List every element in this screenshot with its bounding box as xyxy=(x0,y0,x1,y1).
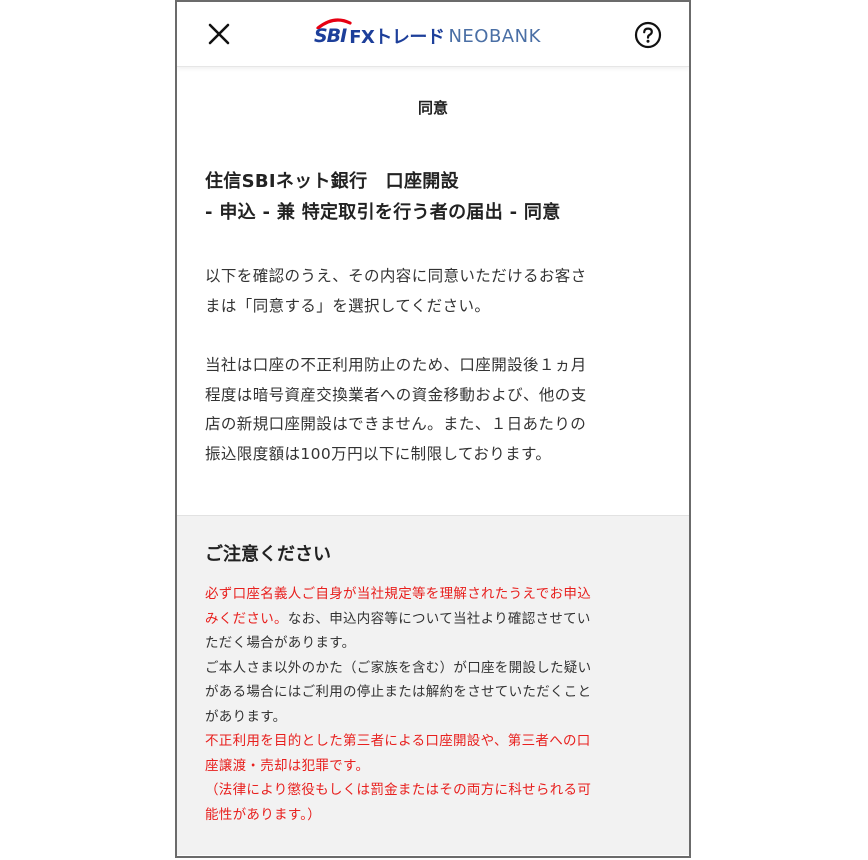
intro-line: 以下を確認のうえ、その内容に同意いただけるお客さ xyxy=(205,267,587,285)
notice-line: 座譲渡・売却は犯罪です。 xyxy=(205,757,370,774)
intro-text: 以下を確認のうえ、その内容に同意いただけるお客さ まは「同意する」を選択してくだ… xyxy=(205,262,661,321)
notice-line: ご本人さま以外のかた（ご家族を含む）が口座を開設した疑い xyxy=(205,659,592,676)
notice-line-black: なお、申込内容等について当社より確認させてい xyxy=(287,610,591,627)
header-bar: SBI FXトレード NEOBANK xyxy=(177,2,689,67)
restriction-text: 当社は口座の不正利用防止のため、口座開設後１ヵ月 程度は暗号資産交換業者への資金… xyxy=(205,351,661,469)
notice-line: がある場合にはご利用の停止または解約をさせていただくこと xyxy=(205,684,592,700)
logo-neobank-text: NEOBANK xyxy=(448,25,541,47)
restriction-line: 振込限度額は100万円以下に制限しております。 xyxy=(205,444,552,463)
notice-body: 必ず口座名義人ご自身が当社規定等を理解されたうえでお申込 みください。なお、申込… xyxy=(205,582,661,827)
page-title: 同意 xyxy=(417,99,448,117)
notice-title: ご注意ください xyxy=(205,544,331,565)
heading-line-1: 住信SBIネット銀行 口座開設 xyxy=(205,171,459,192)
notice-line: 不正利用を目的とした第三者による口座開設や、第三者への口 xyxy=(205,733,591,749)
heading-line-2: - 申込 - 兼 特定取引を行う者の届出 - 同意 xyxy=(205,202,561,223)
help-icon[interactable] xyxy=(633,20,663,50)
agreement-content: 同意 住信SBIネット銀行 口座開設 - 申込 - 兼 特定取引を行う者の届出 … xyxy=(177,97,689,469)
notice-line: 必ず口座名義人ご自身が当社規定等を理解されたうえでお申込 xyxy=(205,586,591,602)
notice-line: 能性があります。） xyxy=(205,806,322,823)
notice-section: ご注意ください 必ず口座名義人ご自身が当社規定等を理解されたうえでお申込 みくだ… xyxy=(177,515,689,855)
restriction-line: 当社は口座の不正利用防止のため、口座開設後１ヵ月 xyxy=(205,356,587,374)
app-screen: SBI FXトレード NEOBANK 同意 住信SBIネット銀行 口座開設 - … xyxy=(175,0,691,858)
logo-sbi-mark: SBI xyxy=(314,18,352,47)
agreement-heading: 住信SBIネット銀行 口座開設 - 申込 - 兼 特定取引を行う者の届出 - 同… xyxy=(205,166,661,228)
restriction-line: 店の新規口座開設はできません。また、１日あたりの xyxy=(205,415,587,433)
notice-line: みください。なお、申込内容等について当社より確認させてい xyxy=(205,607,661,632)
restriction-line: 程度は暗号資産交換業者への資金移動および、他の支 xyxy=(205,385,587,404)
notice-line-red: みください。 xyxy=(205,610,288,627)
notice-line: があります。 xyxy=(205,708,287,725)
logo-arc-icon xyxy=(316,18,352,29)
intro-line: まは「同意する」を選択してください。 xyxy=(205,296,491,315)
notice-line: ただく場合があります。 xyxy=(205,635,356,651)
logo-fx-text: FXトレード xyxy=(349,27,445,48)
notice-line: （法律により懲役もしくは罰金またはその両方に科せられる可 xyxy=(205,782,592,798)
brand-logo: SBI FXトレード NEOBANK xyxy=(314,18,541,52)
close-icon[interactable] xyxy=(205,20,233,48)
